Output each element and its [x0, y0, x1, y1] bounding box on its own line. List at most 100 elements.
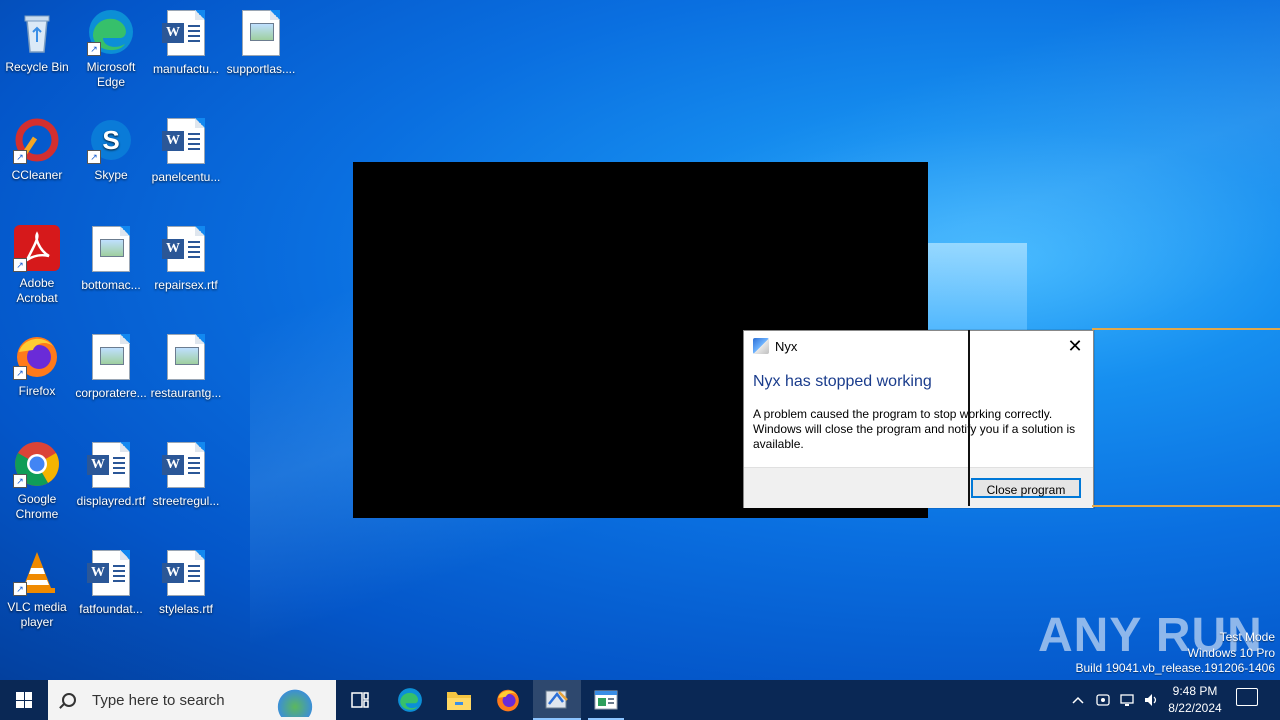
- dialog-heading: Nyx has stopped working: [753, 373, 932, 390]
- desktop-icon-firefox[interactable]: ↗ Firefox: [0, 332, 74, 399]
- taskbar-notepad-app[interactable]: [582, 680, 630, 720]
- search-icon: [62, 693, 76, 707]
- desktop-icon-image-file[interactable]: corporatere...: [74, 332, 148, 401]
- word-document-icon: W: [162, 10, 210, 58]
- nyx-app-icon: [545, 690, 568, 709]
- image-file-icon: [162, 334, 210, 382]
- dialog-message: A problem caused the program to stop wor…: [753, 407, 1076, 451]
- taskbar-firefox[interactable]: [484, 680, 532, 720]
- windows-logo-icon: [16, 692, 32, 708]
- desktop-icon-label: streetregul...: [152, 494, 220, 508]
- desktop-icon-image-file[interactable]: bottomac...: [74, 224, 148, 293]
- window-app-icon: [594, 690, 618, 710]
- watermark-line: Test Mode: [1219, 630, 1275, 644]
- task-view-icon: [351, 692, 369, 708]
- desktop-icon-vlc[interactable]: ↗ VLC media player: [0, 548, 74, 630]
- skype-icon: S ↗: [87, 116, 135, 164]
- close-program-button[interactable]: Close program: [971, 478, 1081, 498]
- desktop-icon-image-file[interactable]: supportlas....: [224, 8, 298, 77]
- desktop-icon-label: Recycle Bin: [5, 60, 69, 74]
- notification-center-icon[interactable]: [1236, 688, 1258, 706]
- desktop-icon-label: bottomac...: [81, 278, 141, 292]
- task-view-button[interactable]: [336, 680, 384, 720]
- desktop-icon-word-file[interactable]: W streetregul...: [149, 440, 223, 509]
- volume-icon: [1145, 694, 1157, 706]
- desktop-icon-word-file[interactable]: W panelcentu...: [149, 116, 223, 185]
- word-document-icon: W: [87, 442, 135, 490]
- chrome-icon: ↗: [13, 440, 61, 488]
- desktop-icon-label: Google Chrome: [15, 492, 59, 521]
- vlc-cone-icon: ↗: [13, 548, 61, 596]
- watermark-line: Windows 10 Pro: [1187, 645, 1275, 660]
- desktop-background: Recycle Bin ↗ CCleaner ↗ Adobe Acrobat ↗…: [0, 0, 1280, 680]
- meet-now-icon: [1096, 694, 1110, 706]
- dialog-title: Nyx: [775, 338, 798, 354]
- taskbar-nyx-app[interactable]: [533, 680, 581, 720]
- nyx-app-icon: [753, 338, 769, 354]
- desktop-icon-image-file[interactable]: restaurantg...: [149, 332, 223, 401]
- wallpaper-windows-logo-pane: [925, 243, 1027, 333]
- dialog-footer: Close program: [744, 467, 1093, 508]
- desktop-icon-label: displayred.rtf: [76, 494, 146, 508]
- desktop-icon-word-file[interactable]: W manufactu...: [149, 8, 223, 77]
- desktop-icon-label: Skype: [94, 168, 128, 182]
- highlight-line-bottom: [1092, 505, 1280, 507]
- desktop-icon-skype[interactable]: S ↗ Skype: [74, 116, 148, 183]
- taskbar-search-box[interactable]: Type here to search: [48, 680, 336, 720]
- desktop-icon-microsoft-edge[interactable]: ↗ Microsoft Edge: [74, 8, 148, 90]
- desktop-icon-label: corporatere...: [75, 386, 147, 400]
- volume-button[interactable]: [1140, 680, 1162, 720]
- image-file-icon: [87, 226, 135, 274]
- meet-now-button[interactable]: [1092, 680, 1114, 720]
- recycle-bin-icon: [13, 8, 61, 56]
- watermark-line: Build 19041.vb_release.191206-1406: [1075, 661, 1276, 675]
- desktop-icon-label: Adobe Acrobat: [16, 276, 58, 305]
- desktop-icon-label: CCleaner: [11, 168, 63, 182]
- svg-text:S: S: [102, 125, 119, 155]
- taskbar-clock[interactable]: 9:48 PM 8/22/2024: [1162, 683, 1228, 717]
- firefox-icon: ↗: [13, 332, 61, 380]
- acrobat-icon: ↗: [13, 224, 61, 272]
- desktop-icon-word-file[interactable]: W stylelas.rtf: [149, 548, 223, 617]
- edge-icon: ↗: [87, 8, 135, 56]
- show-hidden-icons-button[interactable]: [1068, 680, 1088, 720]
- dialog-title-bar: Nyx: [753, 338, 797, 354]
- taskbar-edge[interactable]: [386, 680, 434, 720]
- clock-date: 8/22/2024: [1168, 701, 1222, 715]
- desktop-icon-label: Microsoft Edge: [86, 60, 136, 89]
- taskbar-file-explorer[interactable]: [435, 680, 483, 720]
- word-document-icon: W: [87, 550, 135, 598]
- word-document-icon: W: [162, 226, 210, 274]
- shortcut-arrow-icon: ↗: [87, 150, 101, 164]
- start-button[interactable]: [0, 680, 48, 720]
- network-button[interactable]: [1116, 680, 1138, 720]
- desktop-icon-google-chrome[interactable]: ↗ Google Chrome: [0, 440, 74, 522]
- ccleaner-icon: ↗: [13, 116, 61, 164]
- shortcut-arrow-icon: ↗: [13, 582, 27, 596]
- desktop-icon-label: VLC media player: [7, 600, 67, 629]
- shortcut-arrow-icon: ↗: [13, 474, 27, 488]
- shortcut-arrow-icon: ↗: [13, 150, 27, 164]
- desktop-icon-word-file[interactable]: W displayred.rtf: [74, 440, 148, 509]
- image-file-icon: [87, 334, 135, 382]
- edge-icon: [398, 688, 422, 712]
- desktop-icon-label: supportlas....: [226, 62, 296, 76]
- network-icon: [1120, 694, 1134, 706]
- firefox-icon: [497, 689, 519, 712]
- taskbar: Type here to search 9:48 PM 8/22/2024: [0, 680, 1280, 720]
- close-icon[interactable]: ✕: [1063, 335, 1087, 357]
- desktop-icon-adobe-acrobat[interactable]: ↗ Adobe Acrobat: [0, 224, 74, 306]
- desktop-icon-label: repairsex.rtf: [154, 278, 218, 292]
- desktop-icon-word-file[interactable]: W repairsex.rtf: [149, 224, 223, 293]
- desktop-icon-recycle-bin[interactable]: Recycle Bin: [0, 8, 74, 75]
- shortcut-arrow-icon: ↗: [87, 42, 101, 56]
- desktop-icon-label: fatfoundat...: [79, 602, 143, 616]
- desktop-icon-word-file[interactable]: W fatfoundat...: [74, 548, 148, 617]
- desktop-icon-ccleaner[interactable]: ↗ CCleaner: [0, 116, 74, 183]
- search-placeholder: Type here to search: [92, 691, 225, 709]
- clock-time: 9:48 PM: [1172, 684, 1218, 698]
- highlight-line-top: [1092, 328, 1280, 330]
- desktop-icon-label: stylelas.rtf: [158, 602, 213, 616]
- word-document-icon: W: [162, 118, 210, 166]
- search-highlight-illustration-icon: [260, 683, 330, 717]
